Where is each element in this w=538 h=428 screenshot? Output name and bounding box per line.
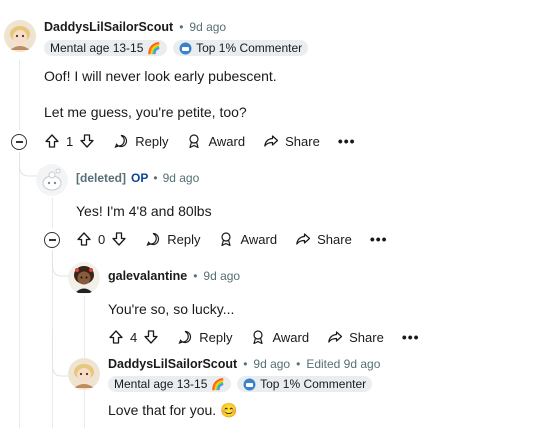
award-button[interactable]: Award	[218, 231, 277, 247]
reply-button[interactable]: Reply	[145, 231, 200, 247]
avatar[interactable]	[4, 20, 36, 52]
award-icon	[253, 330, 264, 345]
vote-count: 4	[130, 329, 138, 345]
badge-text: Top 1% Commenter	[196, 41, 303, 55]
comment-author[interactable]: DaddysLilSailorScout	[108, 357, 237, 371]
top-commenter-badge: Top 1% Commenter	[173, 40, 309, 56]
award-button[interactable]: Award	[186, 133, 245, 149]
more-options-button[interactable]: •••	[370, 231, 388, 247]
reply-icon	[114, 134, 128, 149]
downvote-icon[interactable]	[111, 231, 127, 247]
badge-text: Top 1% Commenter	[260, 377, 367, 391]
avatar[interactable]	[68, 262, 100, 294]
separator-dot: •	[179, 20, 184, 34]
comment-body: Let me guess, you're petite, too?	[44, 104, 247, 120]
rainbow-icon: 🌈	[147, 42, 162, 55]
reply-icon	[146, 232, 160, 247]
comment-timestamp[interactable]: 9d ago	[203, 269, 240, 283]
reply-button[interactable]: Reply	[177, 329, 232, 345]
reply-label: Reply	[135, 133, 169, 149]
share-icon	[328, 331, 343, 343]
collapse-button[interactable]	[44, 232, 60, 248]
separator-dot: •	[193, 269, 198, 283]
award-icon	[189, 134, 200, 149]
upvote-icon[interactable]	[44, 133, 60, 149]
more-options-button[interactable]: •••	[338, 133, 356, 149]
share-label: Share	[317, 231, 352, 247]
share-button[interactable]: Share	[295, 231, 352, 247]
downvote-icon[interactable]	[79, 133, 95, 149]
upvote-icon[interactable]	[76, 231, 92, 247]
avatar[interactable]	[36, 164, 68, 196]
comment-timestamp[interactable]: 9d ago	[163, 171, 200, 185]
comment-timestamp[interactable]: 9d ago	[189, 20, 226, 34]
minus-icon	[15, 141, 23, 143]
downvote-icon[interactable]	[143, 329, 159, 345]
share-label: Share	[349, 329, 384, 345]
share-button[interactable]: Share	[327, 329, 384, 345]
user-flair: Mental age 13-15 🌈	[108, 376, 232, 392]
avatar[interactable]	[68, 358, 100, 390]
comment-body: You're so, so lucky...	[108, 301, 235, 317]
comment-timestamp[interactable]: 9d ago	[253, 357, 290, 371]
comment-body: Oof! I will never look early pubescent.	[44, 68, 277, 84]
share-label: Share	[285, 133, 320, 149]
comment-body: Love that for you. 😊	[108, 402, 238, 418]
comment-author[interactable]: DaddysLilSailorScout	[44, 20, 173, 34]
separator-dot: •	[153, 171, 158, 185]
share-icon	[296, 233, 311, 245]
award-icon	[221, 232, 232, 247]
award-label: Award	[208, 133, 246, 149]
vote-count: 1	[66, 133, 74, 149]
award-label: Award	[240, 231, 278, 247]
award-label: Award	[272, 329, 310, 345]
comment-body: Yes! I'm 4'8 and 80lbs	[76, 203, 212, 219]
reply-label: Reply	[167, 231, 201, 247]
thread-line	[19, 60, 20, 130]
top-commenter-badge: Top 1% Commenter	[237, 376, 373, 392]
comment-author: [deleted]	[76, 171, 127, 185]
upvote-icon[interactable]	[108, 329, 124, 345]
separator-dot: •	[296, 357, 301, 371]
thread-line	[19, 152, 20, 428]
flair-text: Mental age 13-15	[114, 377, 208, 391]
minus-icon	[48, 239, 56, 241]
more-options-button[interactable]: •••	[402, 329, 420, 345]
op-badge: OP	[131, 171, 149, 185]
reply-button[interactable]: Reply	[113, 133, 168, 149]
reply-icon	[178, 330, 192, 345]
vote-count: 0	[98, 231, 106, 247]
commenter-badge-icon	[243, 378, 256, 390]
share-icon	[264, 135, 279, 147]
separator-dot: •	[243, 357, 248, 371]
collapse-button[interactable]	[11, 134, 27, 150]
rainbow-icon: 🌈	[211, 378, 226, 391]
comment-author[interactable]: galevalantine	[108, 269, 187, 283]
commenter-badge-icon	[179, 42, 192, 54]
flair-text: Mental age 13-15	[50, 41, 144, 55]
share-button[interactable]: Share	[263, 133, 320, 149]
award-button[interactable]: Award	[250, 329, 309, 345]
user-flair: Mental age 13-15 🌈	[44, 40, 168, 56]
thread-line	[52, 198, 53, 228]
edited-label: Edited 9d ago	[306, 357, 381, 371]
reply-label: Reply	[199, 329, 233, 345]
